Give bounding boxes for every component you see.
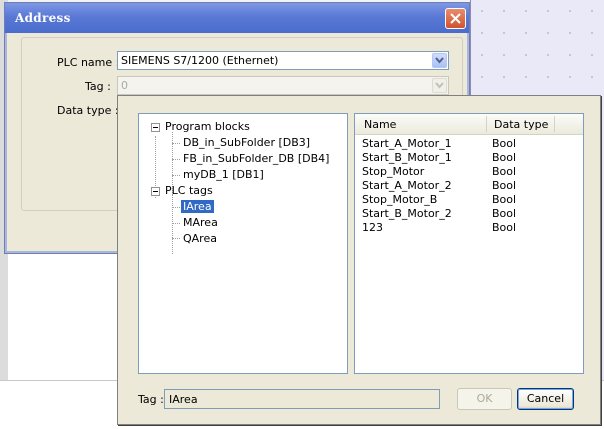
tree-item-marea[interactable]: MArea <box>183 216 218 230</box>
tag-value: 0 <box>121 79 128 92</box>
address-dialog-title: Address <box>15 11 71 25</box>
list-item-type: Bool <box>492 193 517 206</box>
tree-item-iarea[interactable]: IArea <box>180 199 215 214</box>
collapse-toggle-icon[interactable] <box>151 123 160 132</box>
list-item-name[interactable]: Start_A_Motor_2 <box>362 179 452 193</box>
list-item-name[interactable]: Stop_Motor_B <box>362 193 437 207</box>
tag-list-header: Name Data type <box>355 114 583 135</box>
tag-browser-popup: Program blocks DB_in_SubFolder [DB3] FB_… <box>117 95 601 425</box>
tag-label: Tag : <box>85 80 111 93</box>
plc-name-value: SIEMENS S7/1200 (Ethernet) <box>121 54 279 67</box>
column-header-data-type[interactable]: Data type <box>494 118 548 131</box>
cancel-button[interactable]: Cancel <box>517 388 574 410</box>
list-item-name[interactable]: Start_A_Motor_1 <box>362 137 452 151</box>
tag-tree[interactable]: Program blocks DB_in_SubFolder [DB3] FB_… <box>138 113 348 374</box>
data-type-label: Data type : <box>57 104 119 117</box>
plc-name-dropdown-button[interactable] <box>432 53 447 68</box>
tree-item-mydb-1[interactable]: myDB_1 [DB1] <box>183 168 264 182</box>
list-item-type: Bool <box>492 221 517 234</box>
tree-connector <box>172 159 180 160</box>
browser-tag-field: IArea <box>164 389 440 409</box>
tree-connector <box>172 194 173 254</box>
address-dialog-title-bar[interactable]: Address <box>5 3 469 33</box>
browser-tag-label: Tag : <box>138 393 164 406</box>
column-header-name[interactable]: Name <box>364 118 396 131</box>
tag-list[interactable]: Name Data type Start_A_Motor_1 Bool Star… <box>354 113 584 374</box>
tree-item-plc-tags[interactable]: PLC tags <box>165 184 213 198</box>
list-item-type: Bool <box>492 179 517 192</box>
tree-item-program-blocks[interactable]: Program blocks <box>165 120 250 134</box>
chevron-down-icon <box>435 82 444 89</box>
browser-tag-value: IArea <box>169 393 198 406</box>
tree-item-qarea[interactable]: QArea <box>183 232 217 246</box>
tree-connector <box>172 207 180 208</box>
list-item-name[interactable]: Start_B_Motor_2 <box>362 207 452 221</box>
tag-dropdown: 0 <box>117 76 449 95</box>
list-item-name[interactable]: Start_B_Motor_1 <box>362 151 452 165</box>
tree-connector <box>172 143 180 144</box>
list-item-name[interactable]: Stop_Motor <box>362 165 424 179</box>
collapse-toggle-icon[interactable] <box>151 187 160 196</box>
tree-connector <box>172 175 180 176</box>
tree-item-db-in-subfolder[interactable]: DB_in_SubFolder [DB3] <box>183 136 310 150</box>
close-icon <box>450 13 461 24</box>
chevron-down-icon <box>435 57 444 64</box>
tree-connector <box>172 238 180 239</box>
tree-item-fb-in-subfolder-db[interactable]: FB_in_SubFolder_DB [DB4] <box>183 152 329 166</box>
tag-dropdown-button <box>432 78 447 93</box>
list-item-type: Bool <box>492 137 517 150</box>
list-item-type: Bool <box>492 151 517 164</box>
list-item-type: Bool <box>492 207 517 220</box>
column-separator[interactable] <box>486 116 487 132</box>
ok-button[interactable]: OK <box>457 388 512 410</box>
column-separator[interactable] <box>554 116 555 132</box>
plc-name-label: PLC name : <box>57 56 120 69</box>
plc-name-dropdown[interactable]: SIEMENS S7/1200 (Ethernet) <box>117 51 449 70</box>
tree-item-iarea-label: IArea <box>180 199 215 214</box>
list-item-name[interactable]: 123 <box>362 221 383 235</box>
list-item-type: Bool <box>492 165 517 178</box>
close-button[interactable] <box>445 8 466 29</box>
tree-connector <box>172 223 180 224</box>
